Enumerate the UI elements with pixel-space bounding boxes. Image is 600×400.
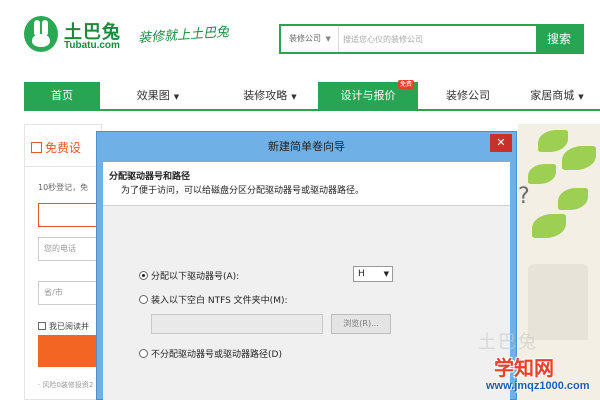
submit-button[interactable]: [38, 335, 98, 367]
slogan: 装修就上土巴兔: [137, 24, 230, 47]
drive-letter-value: H: [358, 269, 365, 279]
dialog-body: 分配驱动器号和路径 为了便于访问，可以给磁盘分区分配驱动器号或驱动器路径。 分配…: [103, 162, 510, 400]
watermark-brand: 学知网: [494, 356, 554, 380]
checkbox-icon: [38, 322, 46, 330]
search-bar: 装修公司 ▼ 搜索: [279, 24, 584, 54]
edit-icon: [31, 142, 42, 153]
nav-item-companies[interactable]: 装修公司: [424, 82, 512, 109]
wizard-header: 分配驱动器号和路径 为了便于访问，可以给磁盘分区分配驱动器号或驱动器路径。: [103, 162, 510, 206]
radio-selected-icon: [139, 271, 148, 280]
agreement-label: 我已阅读并: [49, 322, 89, 331]
nav-item-design-quote[interactable]: 设计与报价 免费: [318, 80, 418, 109]
chevron-down-icon: ▼: [291, 93, 297, 101]
logo-domain[interactable]: Tubatu.com: [64, 40, 120, 51]
chevron-down-icon: ▼: [578, 93, 584, 101]
wizard-subheading: 为了便于访问，可以给磁盘分区分配驱动器号或驱动器路径。: [121, 186, 365, 196]
nav-label: 设计与报价: [340, 89, 396, 102]
phone-field[interactable]: 您的电话: [38, 237, 98, 261]
nav-label: 首页: [51, 89, 73, 102]
option-label: 装入以下空白 NTFS 文件夹中(M):: [151, 296, 288, 306]
watermark-ghost: 土巴兔: [478, 332, 538, 353]
free-design-form: 免费设 10秒登记，免 您的电话 省/市 我已阅读并 · 风险0装修投资2: [24, 124, 103, 400]
radio-no-letter[interactable]: 不分配驱动器号或驱动器路径(D): [139, 347, 282, 360]
nav-label: 装修攻略: [243, 89, 288, 102]
browse-button[interactable]: 浏览(R)...: [331, 314, 391, 334]
search-category-label: 装修公司: [289, 34, 321, 43]
watermark-url: www.jmqz1000.com: [486, 380, 590, 392]
divider: [25, 166, 103, 167]
radio-mount-folder[interactable]: 装入以下空白 NTFS 文件夹中(M):: [139, 293, 288, 306]
folder-path-input[interactable]: [151, 314, 323, 334]
nav-item-guides[interactable]: 装修攻略 ▼: [216, 82, 324, 109]
nav-item-mall[interactable]: 家居商城 ▼: [514, 82, 600, 109]
new-simple-volume-wizard: 新建简单卷向导 ✕ 分配驱动器号和路径 为了便于访问，可以给磁盘分区分配驱动器号…: [96, 131, 517, 400]
leaf-shape: [562, 146, 596, 170]
dialog-title: 新建简单卷向导: [268, 140, 345, 153]
city-select[interactable]: 省/市: [38, 281, 98, 305]
chevron-down-icon: ▼: [173, 93, 180, 101]
close-button[interactable]: ✕: [490, 134, 512, 152]
option-label: 不分配驱动器号或驱动器路径(D): [151, 350, 282, 360]
form-note: · 风险0装修投资2: [38, 381, 94, 389]
search-input[interactable]: [343, 29, 513, 49]
leaf-shape: [538, 130, 568, 152]
search-button[interactable]: 搜索: [536, 26, 582, 52]
leaf-shape: [558, 188, 588, 210]
wizard-heading: 分配驱动器号和路径: [109, 172, 191, 182]
main-nav: 首页 效果图 ▼ 装修攻略 ▼ 设计与报价 免费 装修公司 家居商城 ▼: [24, 80, 600, 111]
nav-item-home[interactable]: 首页: [24, 82, 100, 109]
radio-empty-icon: [139, 295, 148, 304]
chevron-down-icon: ▼: [383, 270, 389, 278]
option-label: 分配以下驱动器号(A):: [151, 272, 240, 282]
question-glyph: ?: [518, 184, 530, 209]
nav-item-gallery[interactable]: 效果图 ▼: [108, 82, 208, 109]
leaf-shape: [532, 214, 566, 238]
nav-label: 装修公司: [446, 89, 490, 102]
nav-label: 家居商城: [530, 89, 575, 102]
free-badge: 免费: [397, 80, 414, 89]
rabbit-logo-icon[interactable]: [24, 16, 58, 52]
leaf-shape: [528, 164, 556, 184]
form-title: 免费设: [31, 139, 81, 156]
radio-assign-letter[interactable]: 分配以下驱动器号(A):: [139, 269, 239, 282]
name-field[interactable]: [38, 203, 98, 227]
form-hint: 10秒登记，免: [38, 183, 89, 192]
radio-empty-icon: [139, 349, 148, 358]
site-header: 土巴兔 Tubatu.com 装修就上土巴兔 装修公司 ▼ 搜索: [0, 0, 600, 80]
form-title-text: 免费设: [45, 141, 82, 155]
chevron-down-icon: ▼: [325, 35, 331, 43]
watermark: 土巴兔 学知网 www.jmqz1000.com: [474, 328, 600, 400]
search-category-select[interactable]: 装修公司 ▼: [281, 26, 339, 52]
nav-label: 效果图: [136, 89, 170, 102]
agreement-checkbox[interactable]: 我已阅读并: [38, 321, 89, 332]
drive-letter-select[interactable]: H ▼: [353, 266, 393, 282]
